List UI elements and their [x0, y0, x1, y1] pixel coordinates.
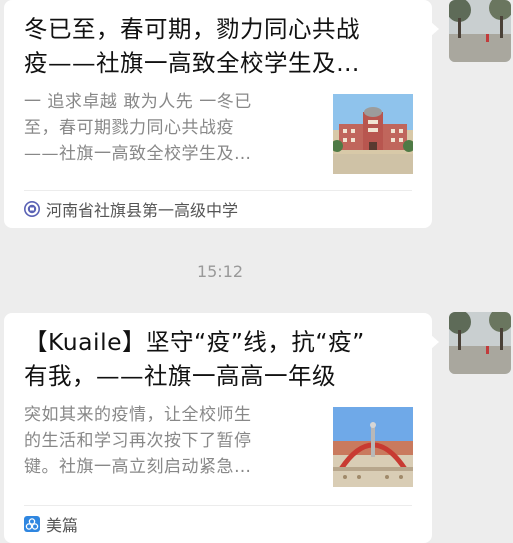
- article-title: 冬已至，春可期，勠力同心共战 疫——社旗一高致全校学生及…: [24, 12, 410, 80]
- card-divider: [24, 190, 412, 191]
- meipian-icon: [24, 516, 40, 532]
- article-card[interactable]: 冬已至，春可期，勠力同心共战 疫——社旗一高致全校学生及… 一 追求卓越 敢为人…: [4, 0, 439, 228]
- article-description-line: 一 追求卓越 敢为人先 一冬已: [24, 92, 252, 112]
- article-description-line: 突如其来的疫情，让全校师生: [24, 405, 252, 425]
- article-description: 一 追求卓越 敢为人先 一冬已 至，春可期戮力同心共战疫 ——社旗一高致全校学生…: [24, 89, 314, 167]
- article-description-line: 键。社旗一高立刻启动紧急…: [24, 457, 252, 477]
- avatar-photo: [449, 312, 511, 374]
- article-description-line: ——社旗一高致全校学生及…: [24, 144, 252, 164]
- article-thumbnail: [333, 407, 413, 487]
- card-divider: [24, 505, 412, 506]
- article-title-line: 疫——社旗一高致全校学生及…: [24, 49, 360, 77]
- article-source: 美篇: [24, 513, 78, 535]
- school-seal-icon: [24, 201, 40, 217]
- article-description-line: 的生活和学习再次按下了暂停: [24, 431, 252, 451]
- article-description: 突如其来的疫情，让全校师生 的生活和学习再次按下了暂停 键。社旗一高立刻启动紧急…: [24, 402, 314, 480]
- article-thumbnail: [333, 94, 413, 174]
- article-title-line: 【Kuaile】坚守“疫”线，抗“疫”: [24, 328, 365, 356]
- sender-avatar[interactable]: [449, 312, 511, 374]
- message-timestamp: 15:12: [196, 262, 244, 281]
- article-description-line: 至，春可期戮力同心共战疫: [24, 118, 234, 138]
- article-card[interactable]: 【Kuaile】坚守“疫”线，抗“疫” 有我，——社旗一高高一年级 突如其来的疫…: [4, 313, 439, 543]
- article-source-label: 河南省社旗县第一高级中学: [46, 201, 239, 220]
- article-source-label: 美篇: [46, 516, 79, 535]
- article-title-line: 冬已至，春可期，勠力同心共战: [24, 15, 360, 43]
- avatar-photo: [449, 0, 511, 62]
- sender-avatar[interactable]: [449, 0, 511, 62]
- article-title-line: 有我，——社旗一高高一年级: [24, 362, 336, 390]
- article-source: 河南省社旗县第一高级中学: [24, 198, 238, 220]
- article-title: 【Kuaile】坚守“疫”线，抗“疫” 有我，——社旗一高高一年级: [24, 325, 410, 393]
